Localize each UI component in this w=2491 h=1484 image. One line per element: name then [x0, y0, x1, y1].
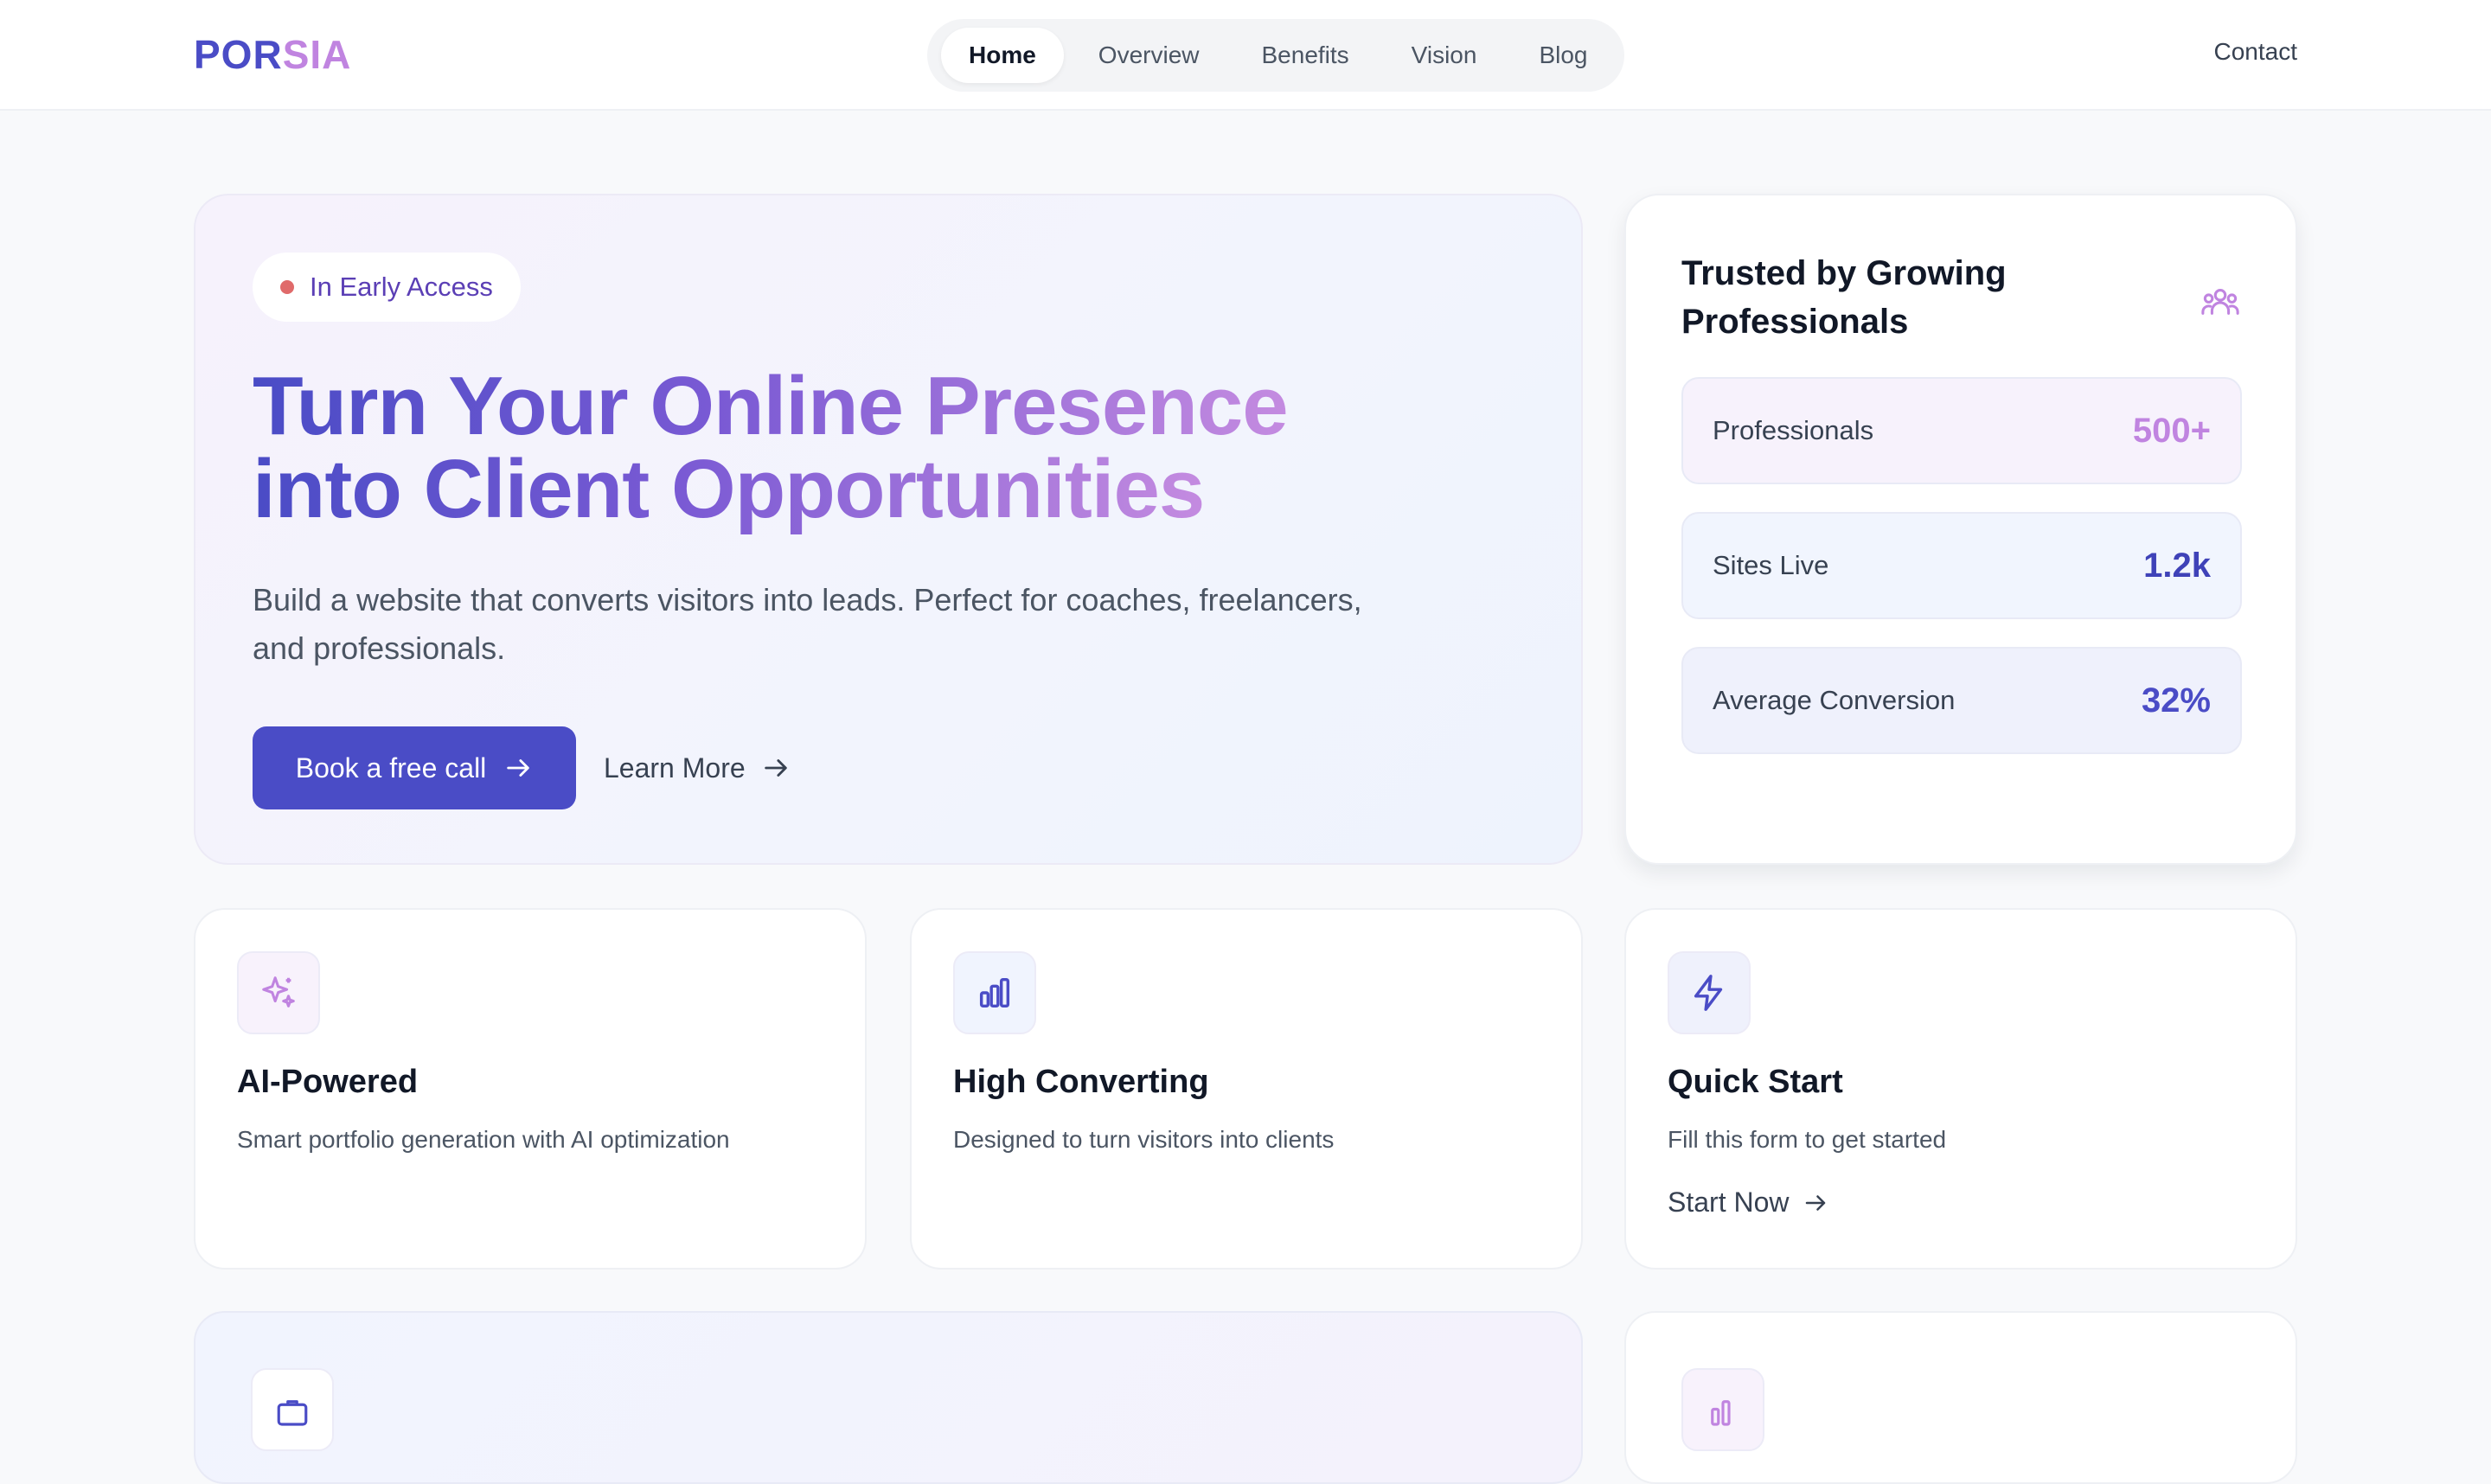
- badge-label: In Early Access: [310, 272, 493, 302]
- feature-card-quick-start: Quick Start Fill this form to get starte…: [1624, 908, 2297, 1270]
- stat-professionals: Professionals 500+: [1681, 377, 2242, 484]
- brand-logo[interactable]: PORSIA: [194, 31, 351, 78]
- feature-card-ai-powered: AI-Powered Smart portfolio generation wi…: [194, 908, 867, 1270]
- bottom-card-left: [194, 1311, 1583, 1484]
- lightning-icon: [1694, 975, 1723, 1011]
- status-dot-icon: [280, 280, 294, 294]
- bar-chart-icon: [979, 977, 1010, 1008]
- users-group-icon: [2201, 289, 2239, 315]
- bottom-card-right: [1624, 1311, 2297, 1484]
- nav-item-overview[interactable]: Overview: [1071, 28, 1227, 83]
- feature-description: Fill this form to get started: [1668, 1126, 1947, 1153]
- stat-value: 1.2k: [2143, 546, 2211, 585]
- chart-icon: [1711, 1400, 1731, 1426]
- feature-icon-box: [953, 951, 1036, 1034]
- feature-description: Designed to turn visitors into clients: [953, 1126, 1335, 1153]
- stat-label: Average Conversion: [1713, 685, 1956, 715]
- feature-icon-box: [237, 951, 320, 1034]
- stat-label: Professionals: [1713, 415, 1874, 445]
- arrow-right-icon: [1806, 1194, 1826, 1211]
- start-now-link[interactable]: Start Now: [1668, 1187, 1828, 1219]
- top-navbar: PORSIA Home Overview Benefits Vision Blo…: [0, 0, 2491, 111]
- nav-item-home[interactable]: Home: [941, 28, 1064, 83]
- stat-value: 32%: [2141, 681, 2211, 720]
- feature-card-high-converting: High Converting Designed to turn visitor…: [910, 908, 1583, 1270]
- book-call-button[interactable]: Book a free call: [253, 726, 576, 809]
- early-access-badge: In Early Access: [253, 253, 521, 322]
- arrow-right-icon: [507, 759, 530, 777]
- start-now-label: Start Now: [1668, 1187, 1790, 1218]
- feature-icon-box: [251, 1368, 334, 1451]
- nav-item-blog[interactable]: Blog: [1511, 28, 1615, 83]
- nav-item-benefits[interactable]: Benefits: [1234, 28, 1377, 83]
- briefcase-icon: [277, 1400, 308, 1426]
- main-nav: Home Overview Benefits Vision Blog: [927, 19, 1624, 92]
- nav-item-vision[interactable]: Vision: [1384, 28, 1505, 83]
- hero-title-line1: Turn Your Online Presence: [253, 360, 1289, 452]
- book-call-label: Book a free call: [295, 752, 487, 784]
- stat-average-conversion: Average Conversion 32%: [1681, 647, 2242, 754]
- learn-more-link[interactable]: Learn More: [604, 726, 791, 809]
- feature-icon-box: [1681, 1368, 1764, 1451]
- feature-title: Quick Start: [1668, 1064, 1843, 1100]
- hero-subtitle: Build a website that converts visitors i…: [253, 582, 1362, 666]
- hero-title: Turn Your Online Presence into Client Op…: [253, 365, 1463, 531]
- feature-description: Smart portfolio generation with AI optim…: [237, 1126, 730, 1153]
- arrow-right-icon: [764, 759, 787, 777]
- learn-more-label: Learn More: [604, 752, 746, 784]
- feature-title: AI-Powered: [237, 1064, 419, 1100]
- sparkles-icon: [262, 976, 295, 1007]
- stat-label: Sites Live: [1713, 550, 1829, 580]
- stats-title: Trusted by Growing Professionals: [1681, 254, 2007, 341]
- stat-sites-live: Sites Live 1.2k: [1681, 512, 2242, 619]
- contact-link[interactable]: Contact: [2214, 38, 2298, 66]
- stat-value: 500+: [2132, 411, 2211, 450]
- feature-title: High Converting: [953, 1064, 1209, 1100]
- trust-stats-card: Trusted by Growing Professionals Profess…: [1624, 194, 2297, 865]
- hero-card: In Early Access Turn Your Online Presenc…: [194, 194, 1583, 865]
- hero-title-line2: into Client Opportunities: [253, 443, 1205, 535]
- feature-icon-box: [1668, 951, 1751, 1034]
